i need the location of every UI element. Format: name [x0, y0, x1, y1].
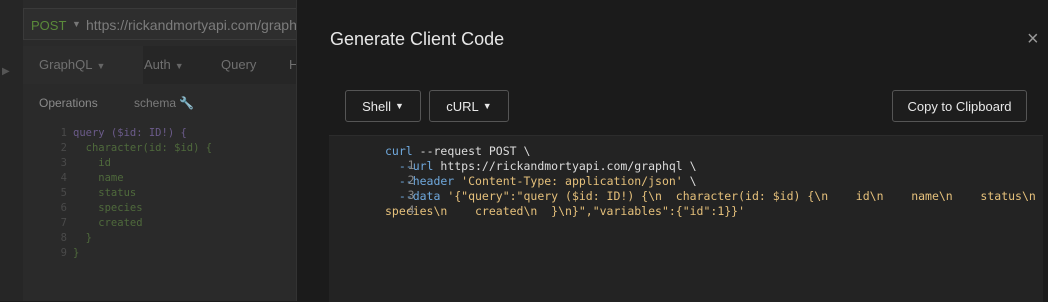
- tab-schema-label: schema: [134, 96, 177, 110]
- code-line: 2 --url https://rickandmortyapi.com/grap…: [329, 159, 697, 187]
- line-text: id: [73, 157, 111, 169]
- chevron-down-icon: ▼: [482, 101, 492, 111]
- tab-auth-label: Auth: [144, 57, 171, 72]
- tab-schema[interactable]: schema 🔧: [134, 96, 194, 110]
- tab-auth[interactable]: Auth ▼: [144, 57, 184, 72]
- query-editor[interactable]: 1 query ($id: ID!) { 2 character(id: $id)…: [23, 122, 313, 302]
- collapse-arrow-icon: ▶: [2, 66, 10, 77]
- wrench-icon: 🔧: [179, 96, 195, 110]
- url-input[interactable]: https://rickandmortyapi.com/graphql: [86, 17, 308, 33]
- tab-operations[interactable]: Operations: [39, 96, 98, 110]
- close-icon[interactable]: ×: [1027, 28, 1039, 51]
- line-text: }: [73, 232, 92, 244]
- code-line-wrap: species\n created\n }\n}","variables":{"…: [329, 204, 745, 219]
- copy-to-clipboard-button[interactable]: Copy to Clipboard: [892, 90, 1027, 122]
- line-number: 8: [60, 232, 67, 244]
- line-text: name: [73, 172, 124, 184]
- line-text: character(id: $id) {: [73, 142, 213, 154]
- line-text: created: [73, 217, 143, 229]
- code-flag: --url: [385, 159, 434, 173]
- editor-line: 9}: [23, 247, 80, 260]
- editor-line: 2 character(id: $id) {: [23, 142, 212, 155]
- code-command: curl: [385, 144, 413, 158]
- code-string: species\n created\n }\n}","variables":{"…: [385, 204, 746, 218]
- request-tabs: GraphQL ▼ Auth ▼ Query H: [23, 46, 313, 84]
- line-text: species: [73, 202, 143, 214]
- editor-line: 1 query ($id: ID!) {: [23, 127, 187, 140]
- line-number: 2: [60, 142, 67, 154]
- line-number: 3: [60, 157, 67, 169]
- editor-line: 4 name: [23, 172, 124, 185]
- graphql-subtabs: Operations schema 🔧: [23, 88, 313, 120]
- line-text: status: [73, 187, 137, 199]
- code-line: 4 --data '{"query":"query ($id: ID!) {\n…: [329, 189, 1036, 217]
- line-number: 7: [60, 217, 67, 229]
- line-number: 6: [60, 202, 67, 214]
- chevron-down-icon: ▼: [395, 101, 404, 111]
- modal-title: Generate Client Code: [330, 29, 505, 49]
- editor-line: 7 created: [23, 217, 143, 230]
- tab-graphql-label: GraphQL: [39, 57, 93, 72]
- left-sidebar: ▶: [0, 0, 23, 301]
- generated-code[interactable]: 1 curl --request POST \ 2 --url https://…: [329, 135, 1043, 302]
- code-flag: --data: [385, 189, 441, 203]
- line-number: 4: [60, 172, 67, 184]
- generate-code-modal: Generate Client Code × Shell ▼ cURL ▼ Copy…: [296, 0, 1048, 302]
- code-string: 'Content-Type: application/json': [454, 174, 683, 188]
- editor-line: 5 status: [23, 187, 137, 200]
- method-caret-icon: ▼: [72, 19, 81, 29]
- language-dropdown[interactable]: Shell ▼: [345, 90, 421, 122]
- code-string: '{"query":"query ($id: ID!) {\n characte…: [440, 189, 1036, 203]
- code-text: \: [682, 174, 697, 188]
- editor-line: 3 id: [23, 157, 111, 170]
- code-text: https://rickandmortyapi.com/graphql \: [433, 159, 697, 173]
- client-dropdown[interactable]: cURL ▼: [429, 90, 509, 122]
- code-text: POST \: [481, 144, 531, 158]
- line-number: 9: [60, 247, 67, 259]
- language-label: Shell: [362, 98, 391, 114]
- editor-line: 8 }: [23, 232, 92, 245]
- http-method[interactable]: POST: [31, 18, 66, 33]
- code-flag: --header: [385, 174, 455, 188]
- line-text: query ($id: ID!) {: [73, 127, 187, 139]
- chevron-down-icon: ▼: [96, 61, 106, 71]
- chevron-down-icon: ▼: [174, 61, 184, 71]
- client-label: cURL: [446, 98, 479, 114]
- tab-graphql[interactable]: GraphQL ▼: [39, 57, 105, 72]
- code-flag: --request: [419, 144, 482, 158]
- editor-line: 6 species: [23, 202, 143, 215]
- line-number: 5: [60, 187, 67, 199]
- url-bar[interactable]: POST ▼ https://rickandmortyapi.com/graph…: [23, 8, 313, 40]
- code-line: 3 --header 'Content-Type: application/js…: [329, 174, 697, 202]
- line-text: }: [73, 247, 80, 259]
- tab-query[interactable]: Query: [221, 57, 256, 72]
- code-line: 1 curl --request POST \: [329, 144, 530, 172]
- line-number: 1: [60, 127, 67, 139]
